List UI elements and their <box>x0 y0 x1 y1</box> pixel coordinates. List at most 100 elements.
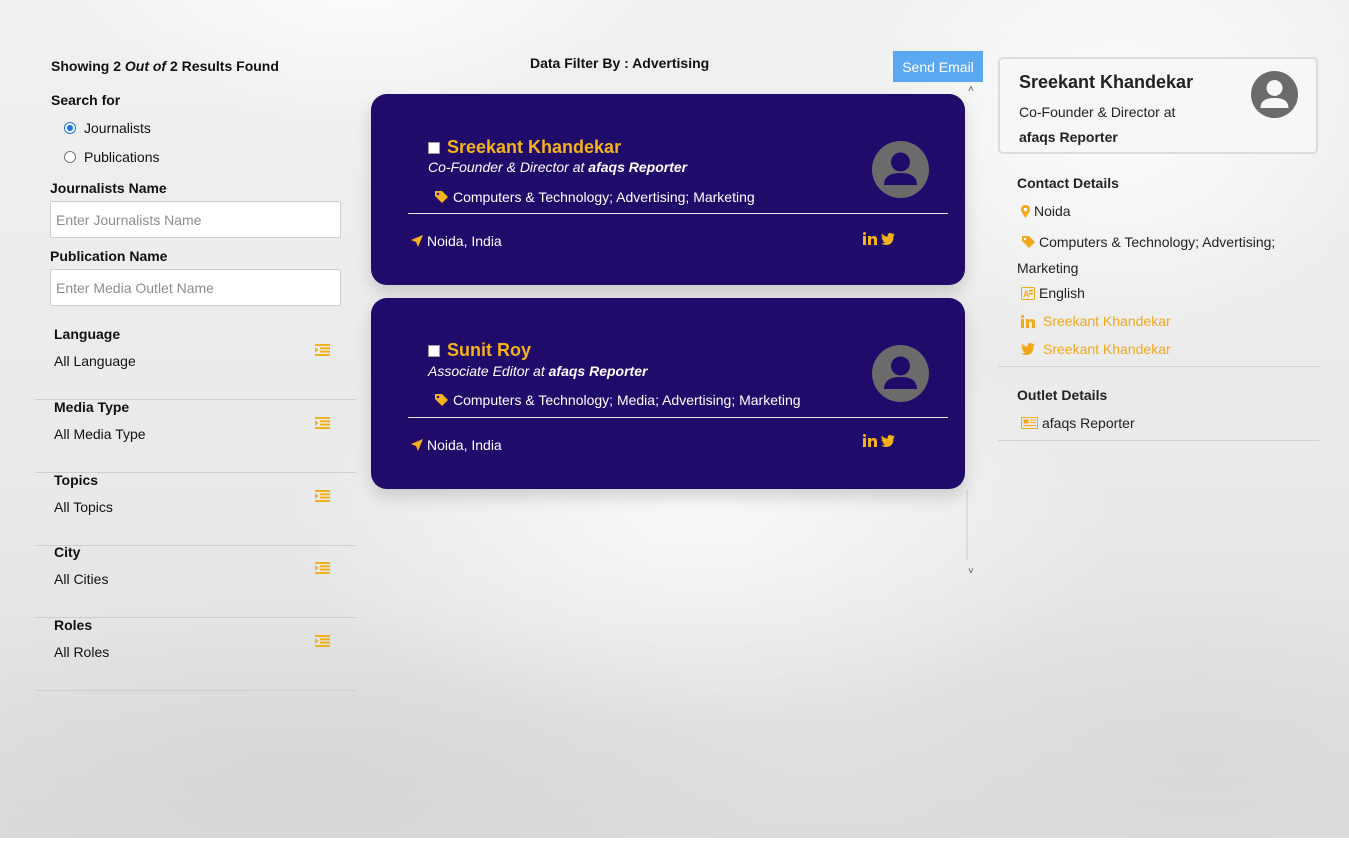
filter-value[interactable]: All Media Type <box>54 426 146 442</box>
select-checkbox[interactable] <box>428 345 440 357</box>
language-text: English <box>1039 285 1085 301</box>
profile-name: Sreekant Khandekar <box>1019 72 1194 92</box>
radio-label: Publications <box>84 149 160 165</box>
journalist-card[interactable]: Sunit Roy Associate Editor at afaqs Repo… <box>371 298 965 489</box>
linkedin-icon[interactable] <box>863 434 877 447</box>
topics-text: Computers & Technology; Advertising; Mar… <box>1017 234 1276 276</box>
twitter-link[interactable]: Sreekant Khandekar <box>1043 341 1171 357</box>
results-summary: Showing 2 Out of 2 Results Found <box>51 58 279 74</box>
results-out-of: Out of <box>124 58 167 74</box>
publication-name-label: Publication Name <box>50 248 168 264</box>
list-filter-icon[interactable] <box>315 562 330 574</box>
avatar-icon <box>872 345 929 402</box>
twitter-icon[interactable] <box>881 232 895 245</box>
outlet-name: afaqs Reporter <box>1042 415 1135 431</box>
location-arrow-icon <box>411 235 423 247</box>
topics-row: Computers & Technology; Media; Advertisi… <box>435 392 801 408</box>
publication-name-input[interactable] <box>50 269 341 306</box>
journalist-name[interactable]: Sreekant Khandekar <box>447 137 621 158</box>
filter-language[interactable]: Language All Language <box>35 326 356 400</box>
svg-text:A: A <box>1023 289 1030 299</box>
city-row: Noida <box>1021 203 1071 219</box>
filter-city[interactable]: City All Cities <box>35 544 356 618</box>
journalist-role: Co-Founder & Director at afaqs Reporter <box>428 159 687 175</box>
contact-details-heading: Contact Details <box>1017 175 1119 191</box>
role-outlet: afaqs Reporter <box>548 363 648 379</box>
filter-value[interactable]: All Cities <box>54 571 108 587</box>
filter-value[interactable]: All Language <box>54 353 136 369</box>
map-marker-icon <box>1021 204 1030 218</box>
send-email-button[interactable]: Send Email <box>893 51 983 82</box>
filter-title: Roles <box>54 617 93 633</box>
twitter-row[interactable]: Sreekant Khandekar <box>1021 341 1171 357</box>
results-prefix: Showing 2 <box>51 58 121 74</box>
journalist-name[interactable]: Sunit Roy <box>447 340 531 361</box>
linkedin-icon[interactable] <box>863 232 877 245</box>
filter-title: Language <box>54 326 121 342</box>
tag-icon <box>435 394 448 406</box>
list-filter-icon[interactable] <box>315 417 330 429</box>
filter-title: Media Type <box>54 399 130 415</box>
linkedin-icon <box>1021 314 1035 328</box>
language-icon: A <box>1021 286 1035 300</box>
social-links <box>863 434 895 447</box>
role-text: Co-Founder & Director at <box>428 159 585 175</box>
outlet-details-heading: Outlet Details <box>1017 387 1108 403</box>
topics-text: Computers & Technology; Advertising; Mar… <box>453 189 755 205</box>
journalists-name-input[interactable] <box>50 201 341 238</box>
city-text: Noida <box>1034 203 1071 219</box>
filter-title: Topics <box>54 472 99 488</box>
tag-icon <box>1022 236 1035 248</box>
location-row: Noida, India <box>411 437 502 453</box>
topics-row: Computers & Technology; Advertising; Mar… <box>1017 229 1307 281</box>
social-links <box>863 232 895 245</box>
list-filter-icon[interactable] <box>315 490 330 502</box>
card-divider <box>408 417 948 418</box>
filter-title: City <box>54 544 81 560</box>
role-outlet: afaqs Reporter <box>588 159 688 175</box>
twitter-icon <box>1021 343 1035 355</box>
results-suffix: 2 Results Found <box>170 58 279 74</box>
role-text: Associate Editor at <box>428 363 545 379</box>
journalists-name-label: Journalists Name <box>50 180 167 196</box>
twitter-icon[interactable] <box>881 434 895 447</box>
location-text: Noida, India <box>427 233 502 249</box>
language-row: A English <box>1021 285 1085 301</box>
tag-icon <box>435 191 448 203</box>
scroll-down-icon[interactable]: ˅ <box>968 566 974 577</box>
radio-button[interactable] <box>64 151 76 163</box>
topics-row: Computers & Technology; Advertising; Mar… <box>435 189 755 205</box>
filter-topics[interactable]: Topics All Topics <box>35 472 356 546</box>
radio-button[interactable] <box>64 122 76 134</box>
filter-value[interactable]: All Roles <box>54 644 109 660</box>
select-checkbox[interactable] <box>428 142 440 154</box>
journalist-role: Associate Editor at afaqs Reporter <box>428 363 647 379</box>
location-text: Noida, India <box>427 437 502 453</box>
list-filter-icon[interactable] <box>315 344 330 356</box>
location-arrow-icon <box>411 439 423 451</box>
section-divider <box>998 366 1319 367</box>
scroll-up-icon[interactable]: ˄ <box>968 84 974 95</box>
filter-value[interactable]: All Topics <box>54 499 113 515</box>
linkedin-link[interactable]: Sreekant Khandekar <box>1043 313 1171 329</box>
search-for-label: Search for <box>51 92 121 108</box>
radio-label: Journalists <box>84 120 151 136</box>
avatar-icon <box>872 141 929 198</box>
radio-publications[interactable]: Publications <box>64 149 160 165</box>
radio-journalists[interactable]: Journalists <box>64 120 151 136</box>
scrollbar-thumb[interactable] <box>966 490 968 560</box>
list-filter-icon[interactable] <box>315 635 330 647</box>
location-row: Noida, India <box>411 233 502 249</box>
linkedin-row[interactable]: Sreekant Khandekar <box>1021 313 1171 329</box>
card-divider <box>408 213 948 214</box>
profile-role: Co-Founder & Director at <box>1019 104 1176 120</box>
journalist-card[interactable]: Sreekant Khandekar Co-Founder & Director… <box>371 94 965 285</box>
filter-media-type[interactable]: Media Type All Media Type <box>35 399 356 473</box>
newspaper-icon <box>1021 417 1038 429</box>
section-divider <box>998 440 1319 441</box>
outlet-row: afaqs Reporter <box>1021 415 1135 431</box>
topics-text: Computers & Technology; Media; Advertisi… <box>453 392 801 408</box>
filter-roles[interactable]: Roles All Roles <box>35 617 356 691</box>
profile-summary: Sreekant Khandekar Co-Founder & Director… <box>998 57 1318 154</box>
data-filter-heading: Data Filter By : Advertising <box>530 55 710 71</box>
